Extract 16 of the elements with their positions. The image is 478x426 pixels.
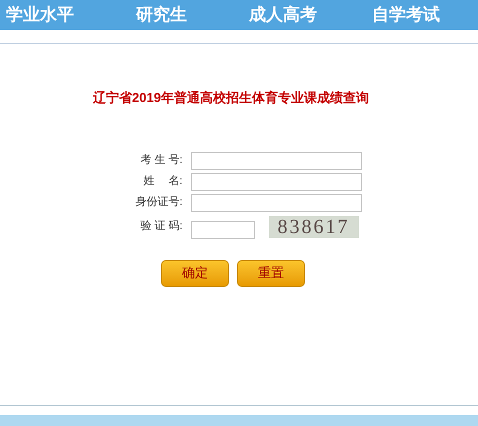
field-label: 验 证 码: bbox=[139, 219, 184, 234]
input-field[interactable] bbox=[190, 220, 254, 238]
field-label: 姓 名: bbox=[142, 174, 184, 190]
captcha-image: 838617 bbox=[268, 216, 358, 238]
form-button[interactable]: 确定 bbox=[161, 260, 229, 286]
input-field[interactable] bbox=[190, 152, 362, 170]
page-title: 辽宁省2019年普通高校招生体育专业课成绩查询 bbox=[93, 89, 369, 107]
field-label: 身份证号: bbox=[134, 195, 184, 210]
nav-link[interactable]: 学业水平 bbox=[6, 2, 74, 28]
input-field[interactable] bbox=[190, 172, 362, 190]
form-button[interactable]: 重置 bbox=[237, 260, 305, 286]
nav-link[interactable]: 研究生 bbox=[136, 2, 187, 28]
nav-link[interactable]: 成人高考 bbox=[249, 2, 317, 28]
input-field[interactable] bbox=[190, 194, 362, 212]
nav-link[interactable]: 自学考试 bbox=[372, 2, 440, 28]
field-label: 考 生 号: bbox=[139, 153, 184, 168]
